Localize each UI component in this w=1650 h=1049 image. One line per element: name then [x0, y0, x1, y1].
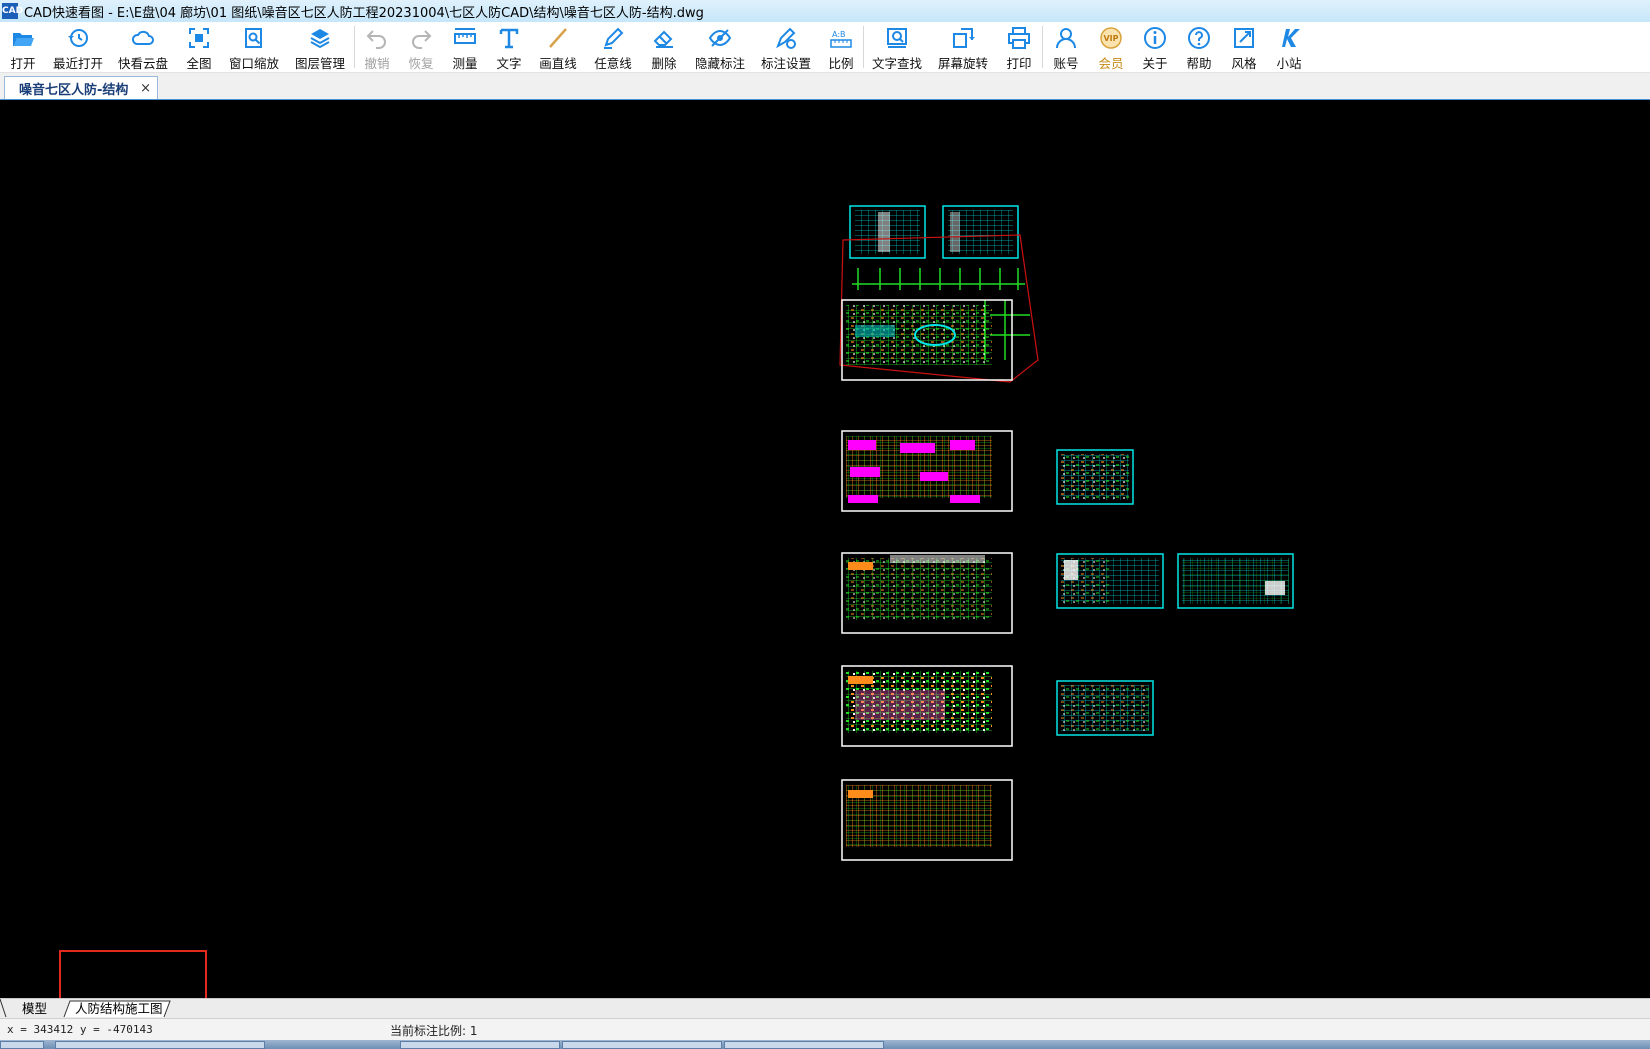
sheet-index-1: [849, 205, 926, 259]
text-icon: [499, 28, 519, 49]
undo-icon: [366, 30, 386, 49]
tab-layout-civil-defense[interactable]: 人防结构施工图: [75, 1000, 163, 1018]
pencil-icon: [604, 27, 624, 49]
vip-icon: VIP: [1100, 27, 1122, 49]
close-icon[interactable]: ×: [140, 81, 151, 96]
detail-sheet-4: [1056, 680, 1154, 736]
print-button[interactable]: 打印: [996, 22, 1042, 72]
redo-icon: [412, 30, 432, 49]
account-button[interactable]: 账号: [1043, 22, 1089, 72]
layers-icon: [310, 29, 330, 49]
annotation-settings-button[interactable]: 标注设置: [753, 22, 819, 72]
svg-text:A:B: A:B: [832, 30, 846, 39]
floor-plan-2: [841, 430, 1013, 512]
annotation-scale: 当前标注比例: 1: [390, 1024, 478, 1038]
style-button[interactable]: 风格: [1221, 22, 1267, 72]
app-logo-icon: CAD: [2, 3, 23, 19]
taskbar-item[interactable]: [562, 1041, 722, 1049]
taskbar-item[interactable]: [724, 1041, 884, 1049]
screen-rotate-button[interactable]: 屏幕旋转: [930, 22, 996, 72]
style-icon: [1234, 28, 1254, 48]
user-icon: [1056, 28, 1076, 49]
cursor-coordinates: x = 343412 y = -470143: [7, 1023, 153, 1036]
eraser-icon: [653, 30, 673, 48]
text-button[interactable]: 文字: [487, 22, 531, 72]
taskbar-item[interactable]: [400, 1041, 560, 1049]
window-zoom-icon: [245, 28, 262, 48]
measure-icon: [454, 28, 476, 44]
detail-sheet-3: [1177, 553, 1294, 609]
line-icon: [549, 28, 567, 48]
detail-sheet-2: [1056, 553, 1164, 609]
layout-tab-bar: 模型 人防结构施工图: [0, 998, 1650, 1019]
folder-open-icon: [13, 33, 34, 46]
main-toolbar: 打开 最近打开 快看云盘 全图 窗口缩放 图层管理 撤销 恢复 测量 文字 画直…: [0, 22, 1650, 73]
cad-drawing: [839, 205, 1294, 861]
redo-button[interactable]: 恢复: [399, 22, 443, 72]
cloud-drive-button[interactable]: 快看云盘: [110, 22, 176, 72]
recent-open-button[interactable]: 最近打开: [46, 22, 110, 72]
os-taskbar: [0, 1040, 1650, 1049]
title-bar: CAD CAD快速看图 - E:\E盘\04 廊坊\01 图纸\噪音区七区人防工…: [0, 0, 1650, 22]
taskbar-item[interactable]: [55, 1041, 265, 1049]
window-zoom-button[interactable]: 窗口缩放: [222, 22, 286, 72]
history-icon: [68, 29, 88, 47]
sheet-index-2: [942, 205, 1019, 259]
fit-all-icon: [189, 28, 209, 48]
detail-sheet-1: [1056, 449, 1134, 505]
freehand-button[interactable]: 任意线: [585, 22, 641, 72]
help-button[interactable]: 帮助: [1177, 22, 1221, 72]
floor-plan-4: [841, 665, 1013, 747]
undo-button[interactable]: 撤销: [355, 22, 399, 72]
draw-line-button[interactable]: 画直线: [531, 22, 585, 72]
floor-plan-3: [841, 552, 1013, 634]
svg-text:VIP: VIP: [1103, 34, 1118, 43]
hide-annotation-button[interactable]: 隐藏标注: [687, 22, 753, 72]
annotation-settings-icon: [776, 27, 796, 49]
document-tab-label: 噪音七区人防-结构: [19, 82, 129, 98]
help-icon: [1188, 27, 1210, 49]
cloud-icon: [131, 30, 154, 45]
printer-icon: [1008, 27, 1030, 49]
tab-model[interactable]: 模型: [22, 1000, 47, 1018]
mini-site-button[interactable]: 小站: [1267, 22, 1311, 72]
info-icon: [1144, 27, 1166, 49]
layer-manager-button[interactable]: 图层管理: [286, 22, 354, 72]
floor-plan-5: [841, 779, 1013, 861]
window-title: CAD快速看图 - E:\E盘\04 廊坊\01 图纸\噪音区七区人防工程202…: [24, 5, 704, 21]
fit-all-button[interactable]: 全图: [176, 22, 222, 72]
text-search-icon: [887, 28, 907, 48]
measure-button[interactable]: 测量: [443, 22, 487, 72]
status-bar: x = 343412 y = -470143 当前标注比例: 1: [0, 1018, 1650, 1041]
start-button[interactable]: [0, 1041, 44, 1049]
rotate-screen-icon: [953, 28, 975, 48]
hide-eye-icon: [708, 29, 732, 47]
document-tab-strip: 噪音七区人防-结构 ×: [0, 73, 1650, 101]
scale-button[interactable]: A:B 比例: [819, 22, 863, 72]
drawing-canvas[interactable]: [0, 100, 1650, 998]
scale-icon: A:B: [830, 30, 852, 48]
document-tab[interactable]: 噪音七区人防-结构 ×: [4, 76, 158, 99]
vip-member-button[interactable]: VIP 会员: [1089, 22, 1133, 72]
about-button[interactable]: 关于: [1133, 22, 1177, 72]
open-button[interactable]: 打开: [0, 22, 46, 72]
k-logo-icon: [1282, 29, 1300, 47]
text-search-button[interactable]: 文字查找: [864, 22, 930, 72]
delete-button[interactable]: 删除: [641, 22, 687, 72]
